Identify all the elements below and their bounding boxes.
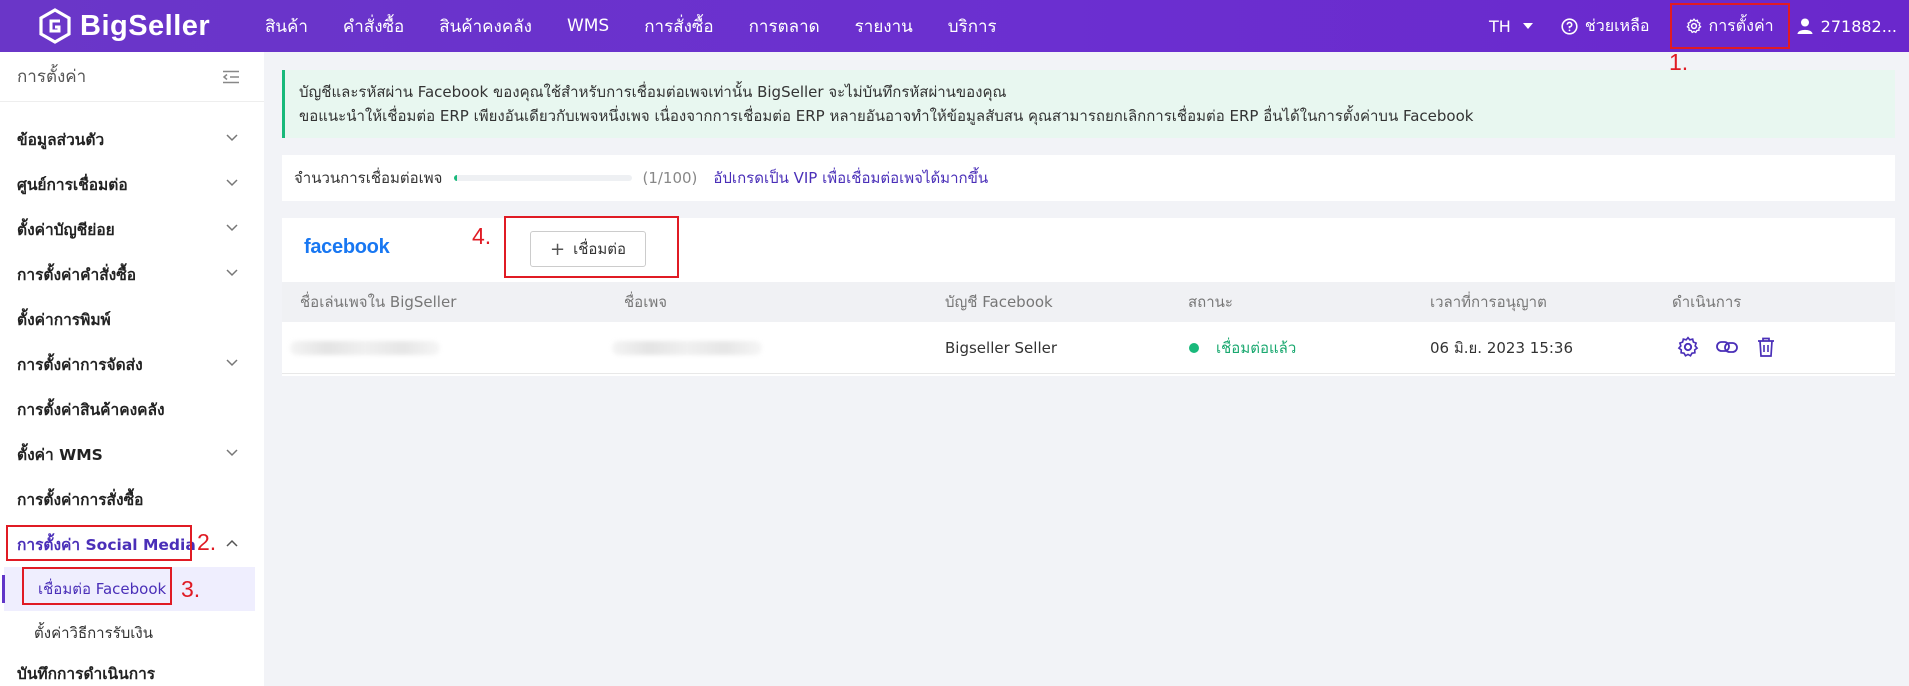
- sidebar-item-label: การตั้งค่าการจัดส่ง: [17, 355, 143, 374]
- sidebar-item-order-settings[interactable]: การตั้งค่าคำสั่งซื้อ: [0, 255, 264, 293]
- column-header-page-name: ชื่อเพจ: [624, 293, 667, 311]
- connect-button-label: เชื่อมต่อ: [573, 240, 627, 258]
- settings-sidebar: การตั้งค่า ข้อมูลส่วนตัว ศูนย์การเชื่อมต…: [0, 52, 264, 686]
- language-select[interactable]: TH: [1489, 17, 1533, 36]
- notice-line-2: ขอแนะนำให้เชื่อมต่อ ERP เพียงอันเดียวกับ…: [299, 107, 1474, 125]
- redacted-page-name: [612, 341, 762, 355]
- status-dot-icon: [1189, 343, 1199, 353]
- row-actions: [1677, 336, 1793, 358]
- chevron-down-icon: [226, 224, 238, 232]
- info-notice: บัญชีและรหัสผ่าน Facebook ของคุณใช้สำหรั…: [282, 70, 1895, 138]
- column-header-authorized-time: เวลาที่การอนุญาต: [1430, 293, 1547, 311]
- authorized-time-value: 06 มิ.ย. 2023 15:36: [1430, 339, 1574, 357]
- chevron-down-icon: [226, 359, 238, 367]
- sidebar-item-label: ตั้งค่า WMS: [17, 445, 103, 464]
- sidebar-title: การตั้งค่า: [17, 67, 87, 87]
- sidebar-item-label: การตั้งค่าคำสั่งซื้อ: [17, 265, 137, 284]
- help-link[interactable]: ช่วยเหลือ: [1561, 14, 1650, 39]
- quota-count: (1/100): [642, 169, 698, 187]
- step-2-annotation: 2.: [197, 529, 217, 555]
- sidebar-subitem-label: เชื่อมต่อ Facebook: [38, 580, 167, 598]
- nav-wms[interactable]: WMS: [567, 16, 609, 36]
- main-nav: สินค้า คำสั่งซื้อ สินค้าคงคลัง WMS การสั…: [265, 0, 1032, 52]
- table-header: ชื่อเล่นเพจใน BigSeller ชื่อเพจ บัญชี Fa…: [282, 282, 1895, 322]
- sidebar-item-label: ตั้งค่าบัญชีย่อย: [17, 220, 115, 239]
- facebook-logo: facebook: [304, 236, 390, 258]
- sidebar-item-label: การตั้งค่าสินค้าคงคลัง: [17, 400, 165, 419]
- plus-icon: +: [549, 238, 566, 260]
- sidebar-subitem-label: ตั้งค่าวิธีการรับเงิน: [34, 624, 153, 642]
- gear-icon: [1685, 18, 1702, 34]
- nav-reports[interactable]: รายงาน: [855, 13, 913, 40]
- trash-icon[interactable]: [1755, 336, 1777, 358]
- step-3-annotation: 3.: [181, 576, 201, 602]
- bigseller-logo[interactable]: BigSeller: [38, 7, 210, 45]
- sidebar-item-label: ศูนย์การเชื่อมต่อ: [17, 175, 128, 194]
- upgrade-vip-link[interactable]: อัปเกรดเป็น VIP เพื่อเชื่อมต่อเพจได้มากข…: [713, 166, 988, 190]
- connect-facebook-button[interactable]: + เชื่อมต่อ: [530, 231, 646, 267]
- user-icon: [1797, 18, 1813, 34]
- facebook-pages-panel: facebook + เชื่อมต่อ ชื่อเล่นเพจใน BigSe…: [282, 218, 1895, 376]
- nav-products[interactable]: สินค้า: [265, 13, 308, 40]
- step-4-annotation: 4.: [472, 223, 492, 249]
- facebook-account-value: Bigseller Seller: [945, 339, 1058, 357]
- quota-progress-fill: [454, 175, 458, 181]
- nav-inventory[interactable]: สินค้าคงคลัง: [439, 13, 532, 40]
- sidebar-item-label: ตั้งค่าการพิมพ์: [17, 310, 111, 329]
- bigseller-logo-icon: [39, 8, 71, 44]
- settings-link[interactable]: การตั้งค่า: [1669, 3, 1790, 49]
- table-row: Bigseller Seller เชื่อมต่อแล้ว 06 มิ.ย. …: [282, 322, 1895, 374]
- sidebar-item-social-media[interactable]: การตั้งค่า Social Media: [0, 525, 264, 563]
- help-label: ช่วยเหลือ: [1584, 15, 1650, 35]
- collapse-sidebar-icon[interactable]: [222, 70, 240, 84]
- language-label: TH: [1489, 16, 1511, 36]
- sidebar-header: การตั้งค่า: [0, 52, 264, 102]
- chevron-up-icon: [226, 539, 238, 547]
- nav-orders[interactable]: คำสั่งซื้อ: [343, 13, 404, 40]
- user-menu[interactable]: 271882...: [1796, 17, 1897, 36]
- sidebar-item-operation-log[interactable]: บันทึกการดำเนินการ: [0, 654, 264, 686]
- help-circle-icon: [1561, 17, 1578, 35]
- sidebar-item-profile[interactable]: ข้อมูลส่วนตัว: [0, 120, 264, 158]
- chevron-down-icon: [226, 449, 238, 457]
- settings-label: การตั้งค่า: [1708, 15, 1774, 35]
- chevron-down-icon: [226, 134, 238, 142]
- notice-line-1: บัญชีและรหัสผ่าน Facebook ของคุณใช้สำหรั…: [299, 83, 1007, 101]
- nav-marketing[interactable]: การตลาด: [749, 13, 820, 40]
- nav-services[interactable]: บริการ: [948, 13, 997, 40]
- status-badge: เชื่อมต่อแล้ว: [1216, 339, 1297, 357]
- page-quota: จำนวนการเชื่อมต่อเพจ (1/100) อัปเกรดเป็น…: [282, 155, 1895, 201]
- top-navbar: BigSeller สินค้า คำสั่งซื้อ สินค้าคงคลัง…: [0, 0, 1909, 52]
- column-header-facebook-account: บัญชี Facebook: [945, 293, 1053, 311]
- chevron-down-icon: [226, 269, 238, 277]
- sidebar-item-label: ข้อมูลส่วนตัว: [17, 130, 105, 149]
- chevron-down-icon: [226, 179, 238, 187]
- link-icon[interactable]: [1715, 336, 1739, 358]
- nav-purchasing[interactable]: การสั่งซื้อ: [644, 13, 713, 40]
- user-id: 271882...: [1820, 16, 1897, 36]
- caret-down-icon: [1522, 23, 1533, 29]
- sidebar-item-wms-settings[interactable]: ตั้งค่า WMS: [0, 435, 264, 473]
- redacted-nickname: [290, 341, 440, 355]
- column-header-status: สถานะ: [1188, 293, 1233, 311]
- sidebar-subitem-connect-facebook[interactable]: เชื่อมต่อ Facebook: [2, 567, 255, 611]
- sidebar-item-shipping-settings[interactable]: การตั้งค่าการจัดส่ง: [0, 345, 264, 383]
- sidebar-item-inventory-settings[interactable]: การตั้งค่าสินค้าคงคลัง: [0, 390, 264, 428]
- quota-label: จำนวนการเชื่อมต่อเพจ: [294, 169, 443, 187]
- sidebar-item-integration-center[interactable]: ศูนย์การเชื่อมต่อ: [0, 165, 264, 203]
- sidebar-item-sub-accounts[interactable]: ตั้งค่าบัญชีย่อย: [0, 210, 264, 248]
- sidebar-item-label: การตั้งค่า Social Media: [17, 535, 196, 554]
- brand-name: BigSeller: [80, 9, 211, 42]
- column-header-actions: ดำเนินการ: [1672, 293, 1742, 311]
- column-header-nickname: ชื่อเล่นเพจใน BigSeller: [300, 293, 457, 311]
- header-actions: TH ช่วยเหลือ การตั้งค่า 271882...: [1489, 0, 1909, 52]
- gear-icon[interactable]: [1677, 336, 1699, 358]
- sidebar-item-label: บันทึกการดำเนินการ: [17, 664, 156, 683]
- quota-progress-bar: [454, 175, 633, 181]
- sidebar-item-purchase-settings[interactable]: การตั้งค่าการสั่งซื้อ: [0, 480, 264, 518]
- sidebar-subitem-payment-methods[interactable]: ตั้งค่าวิธีการรับเงิน: [0, 611, 264, 655]
- sidebar-item-label: การตั้งค่าการสั่งซื้อ: [17, 490, 144, 509]
- sidebar-item-print-settings[interactable]: ตั้งค่าการพิมพ์: [0, 300, 264, 338]
